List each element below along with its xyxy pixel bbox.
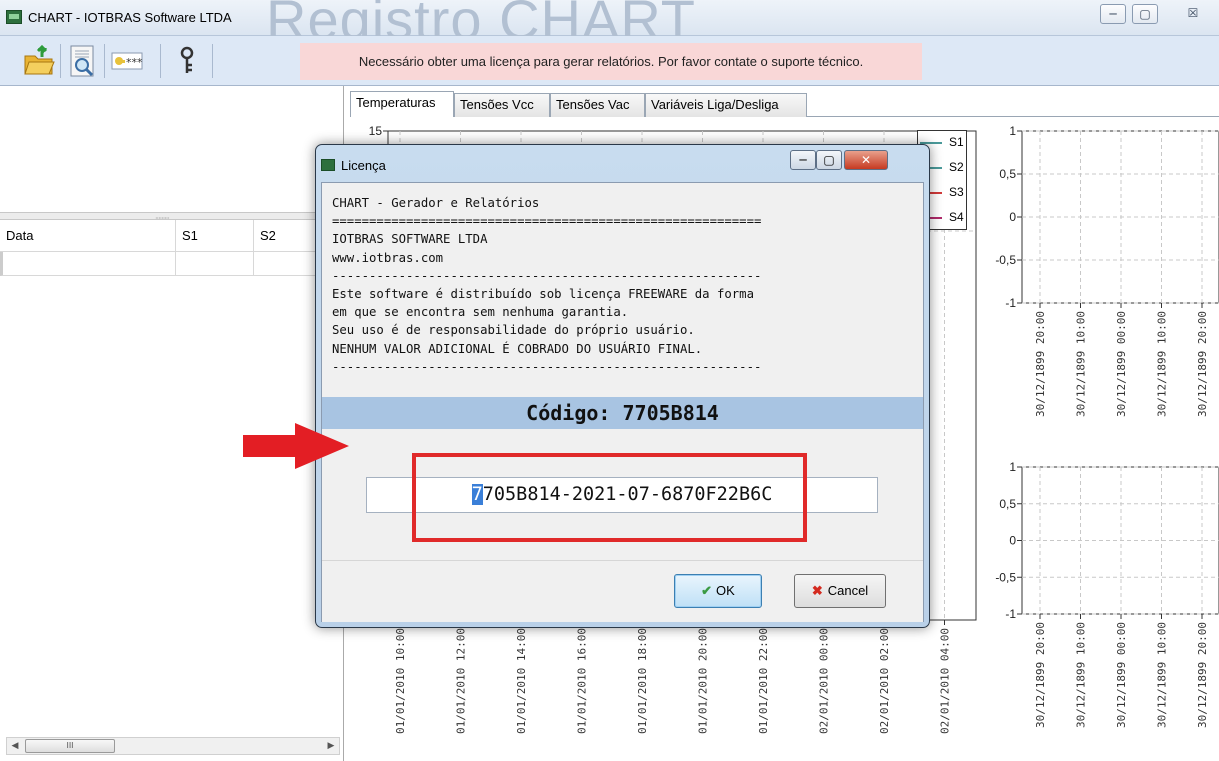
x-tick-label: 30/12/1899 20:00 — [1034, 622, 1047, 728]
x-tick-label: 01/01/2010 20:00 — [697, 628, 710, 734]
x-tick-label: 02/01/2010 00:00 — [818, 628, 831, 734]
x-tick-label: 30/12/1899 10:00 — [1075, 622, 1088, 728]
tab-temperaturas[interactable]: Temperaturas — [350, 91, 454, 117]
legend-label: S3 — [949, 185, 964, 199]
y-tick-label: 15 — [369, 124, 383, 138]
y-tick-label: 1 — [1009, 124, 1016, 138]
license-dialog: Licença ─ ▢ ✕ CHART - Gerador e Relatóri… — [315, 144, 930, 628]
x-tick-label: 02/01/2010 02:00 — [878, 628, 891, 734]
y-tick-label: -0,5 — [995, 570, 1016, 584]
x-tick-label: 30/12/1899 10:00 — [1156, 622, 1169, 728]
y-tick-label: 1 — [1009, 460, 1016, 474]
dialog-footer: ✔ OK ✖ Cancel — [322, 560, 923, 622]
y-tick-label: 0 — [1009, 210, 1016, 224]
x-tick-label: 30/12/1899 20:00 — [1196, 311, 1209, 417]
dialog-maximize-button[interactable]: ▢ — [816, 150, 842, 170]
x-tick-label: 01/01/2010 10:00 — [394, 628, 407, 734]
legend-label: S2 — [949, 160, 964, 174]
arrow-icon — [243, 423, 349, 469]
dialog-body: CHART - Gerador e Relatórios ===========… — [321, 182, 924, 622]
y-tick-label: 0,5 — [999, 167, 1016, 181]
dialog-app-icon — [321, 159, 335, 171]
ok-button[interactable]: ✔ OK — [674, 574, 762, 608]
dialog-close-button[interactable]: ✕ — [844, 150, 888, 170]
cancel-x-icon: ✖ — [811, 583, 823, 598]
ok-label: OK — [716, 583, 735, 598]
x-tick-label: 30/12/1899 00:00 — [1115, 622, 1128, 728]
x-tick-label: 01/01/2010 18:00 — [636, 628, 649, 734]
license-code-label: Código: 7705B814 — [526, 401, 719, 425]
highlight-box — [412, 453, 807, 542]
legend-label: S1 — [949, 135, 964, 149]
legend-label: S4 — [949, 210, 964, 224]
cancel-label: Cancel — [827, 583, 869, 598]
x-tick-label: 30/12/1899 20:00 — [1034, 311, 1047, 417]
x-tick-label: 30/12/1899 00:00 — [1115, 311, 1128, 417]
y-tick-label: -1 — [1005, 296, 1016, 310]
x-tick-label: 02/01/2010 04:00 — [939, 628, 952, 734]
code-bar: Código: 7705B814 — [322, 397, 923, 429]
dialog-title: Licença — [341, 158, 386, 173]
y-tick-label: 0 — [1009, 534, 1016, 548]
y-tick-label: -0,5 — [995, 253, 1016, 267]
check-icon: ✔ — [701, 583, 713, 598]
x-tick-label: 30/12/1899 10:00 — [1156, 311, 1169, 417]
y-tick-label: -1 — [1005, 607, 1016, 621]
x-tick-label: 01/01/2010 12:00 — [455, 628, 468, 734]
x-tick-label: 01/01/2010 14:00 — [515, 628, 528, 734]
x-tick-label: 30/12/1899 10:00 — [1075, 311, 1088, 417]
license-text: CHART - Gerador e Relatórios ===========… — [332, 196, 762, 374]
x-tick-label: 01/01/2010 16:00 — [576, 628, 589, 734]
x-tick-label: 01/01/2010 22:00 — [757, 628, 770, 734]
cancel-button[interactable]: ✖ Cancel — [794, 574, 886, 608]
x-tick-label: 30/12/1899 20:00 — [1196, 622, 1209, 728]
dialog-minimize-button[interactable]: ─ — [790, 150, 816, 170]
y-tick-label: 0,5 — [999, 497, 1016, 511]
